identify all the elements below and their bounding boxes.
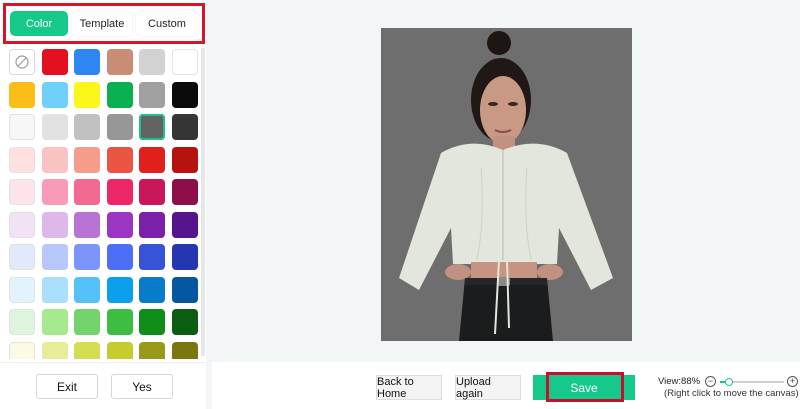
bottom-toolbar: Back to Home Upload again Save View:88% …: [212, 362, 800, 409]
color-swatch[interactable]: [9, 146, 35, 173]
portrait-photo: [381, 28, 632, 341]
color-swatch[interactable]: [41, 146, 68, 173]
color-swatch[interactable]: [106, 211, 133, 238]
color-swatch-list: [6, 47, 200, 359]
color-swatch[interactable]: [106, 49, 133, 75]
no-color-icon: [15, 55, 29, 69]
color-swatch[interactable]: [171, 81, 198, 108]
color-swatch[interactable]: [9, 244, 35, 270]
color-swatch[interactable]: [106, 179, 133, 205]
zoom-in-icon[interactable]: +: [787, 376, 798, 387]
color-swatch[interactable]: [171, 179, 198, 205]
upload-again-button[interactable]: Upload again: [455, 375, 521, 400]
color-swatch[interactable]: [139, 309, 165, 335]
app-window: Color Template Custom Exit Yes Back to H…: [0, 0, 800, 409]
color-swatch[interactable]: [139, 179, 165, 205]
color-swatch[interactable]: [139, 81, 165, 108]
color-swatch[interactable]: [74, 81, 100, 108]
color-swatch[interactable]: [9, 81, 35, 108]
color-swatch[interactable]: [171, 146, 198, 173]
color-swatch[interactable]: [9, 211, 35, 238]
color-swatch[interactable]: [41, 244, 68, 270]
color-swatch[interactable]: [41, 276, 68, 303]
background-panel: Color Template Custom Exit Yes: [0, 0, 206, 409]
color-swatch[interactable]: [74, 114, 100, 140]
yes-button[interactable]: Yes: [111, 374, 173, 399]
color-swatch[interactable]: [171, 244, 198, 270]
color-swatch[interactable]: [41, 309, 68, 335]
color-swatch[interactable]: [139, 114, 165, 140]
panel-footer: Exit Yes: [0, 362, 206, 409]
color-swatch[interactable]: [139, 146, 165, 173]
color-swatch[interactable]: [106, 146, 133, 173]
photo-canvas[interactable]: [381, 28, 632, 341]
color-swatch[interactable]: [106, 309, 133, 335]
color-swatch[interactable]: [74, 146, 100, 173]
color-swatch[interactable]: [74, 309, 100, 335]
color-swatch[interactable]: [106, 276, 133, 303]
zoom-slider-handle[interactable]: [724, 378, 733, 386]
color-swatch[interactable]: [171, 276, 198, 303]
color-swatch[interactable]: [9, 276, 35, 303]
color-swatch[interactable]: [41, 211, 68, 238]
color-swatch[interactable]: [106, 341, 133, 359]
color-swatch[interactable]: [139, 211, 165, 238]
color-swatch[interactable]: [171, 114, 198, 140]
color-swatch[interactable]: [41, 341, 68, 359]
canvas-move-hint: (Right click to move the canvas): [664, 388, 799, 399]
color-swatch[interactable]: [171, 49, 198, 75]
exit-button[interactable]: Exit: [36, 374, 98, 399]
color-swatch[interactable]: [41, 179, 68, 205]
zoom-control: View:88% − + (Right click to move the ca…: [656, 376, 800, 406]
tab-template[interactable]: Template: [72, 11, 132, 36]
color-swatch[interactable]: [74, 341, 100, 359]
color-swatch[interactable]: [9, 179, 35, 205]
save-button[interactable]: Save: [533, 375, 635, 400]
color-swatch[interactable]: [106, 81, 133, 108]
color-swatch[interactable]: [171, 211, 198, 238]
color-swatch[interactable]: [74, 211, 100, 238]
color-swatch[interactable]: [41, 114, 68, 140]
color-swatch[interactable]: [139, 49, 165, 75]
color-swatch[interactable]: [106, 114, 133, 140]
color-swatch[interactable]: [9, 341, 35, 359]
color-swatch[interactable]: [9, 309, 35, 335]
color-swatch[interactable]: [106, 244, 133, 270]
color-swatch[interactable]: [171, 341, 198, 359]
color-swatch[interactable]: [139, 341, 165, 359]
tab-bar: Color Template Custom: [3, 3, 205, 44]
color-swatch[interactable]: [139, 276, 165, 303]
color-swatch[interactable]: [41, 49, 68, 75]
color-swatch[interactable]: [139, 244, 165, 270]
color-swatch-grid: [6, 47, 200, 359]
color-swatch[interactable]: [74, 179, 100, 205]
no-color-swatch[interactable]: [9, 49, 35, 75]
swatch-scrollbar[interactable]: [201, 48, 205, 356]
color-swatch[interactable]: [74, 244, 100, 270]
color-swatch[interactable]: [74, 276, 100, 303]
color-swatch[interactable]: [171, 309, 198, 335]
color-swatch[interactable]: [9, 114, 35, 140]
back-to-home-button[interactable]: Back to Home: [376, 375, 442, 400]
color-swatch[interactable]: [41, 81, 68, 108]
zoom-level-text: View:88%: [658, 376, 701, 387]
zoom-out-icon[interactable]: −: [705, 376, 716, 387]
tab-custom[interactable]: Custom: [136, 11, 198, 36]
color-swatch[interactable]: [74, 49, 100, 75]
tab-color[interactable]: Color: [10, 11, 68, 36]
